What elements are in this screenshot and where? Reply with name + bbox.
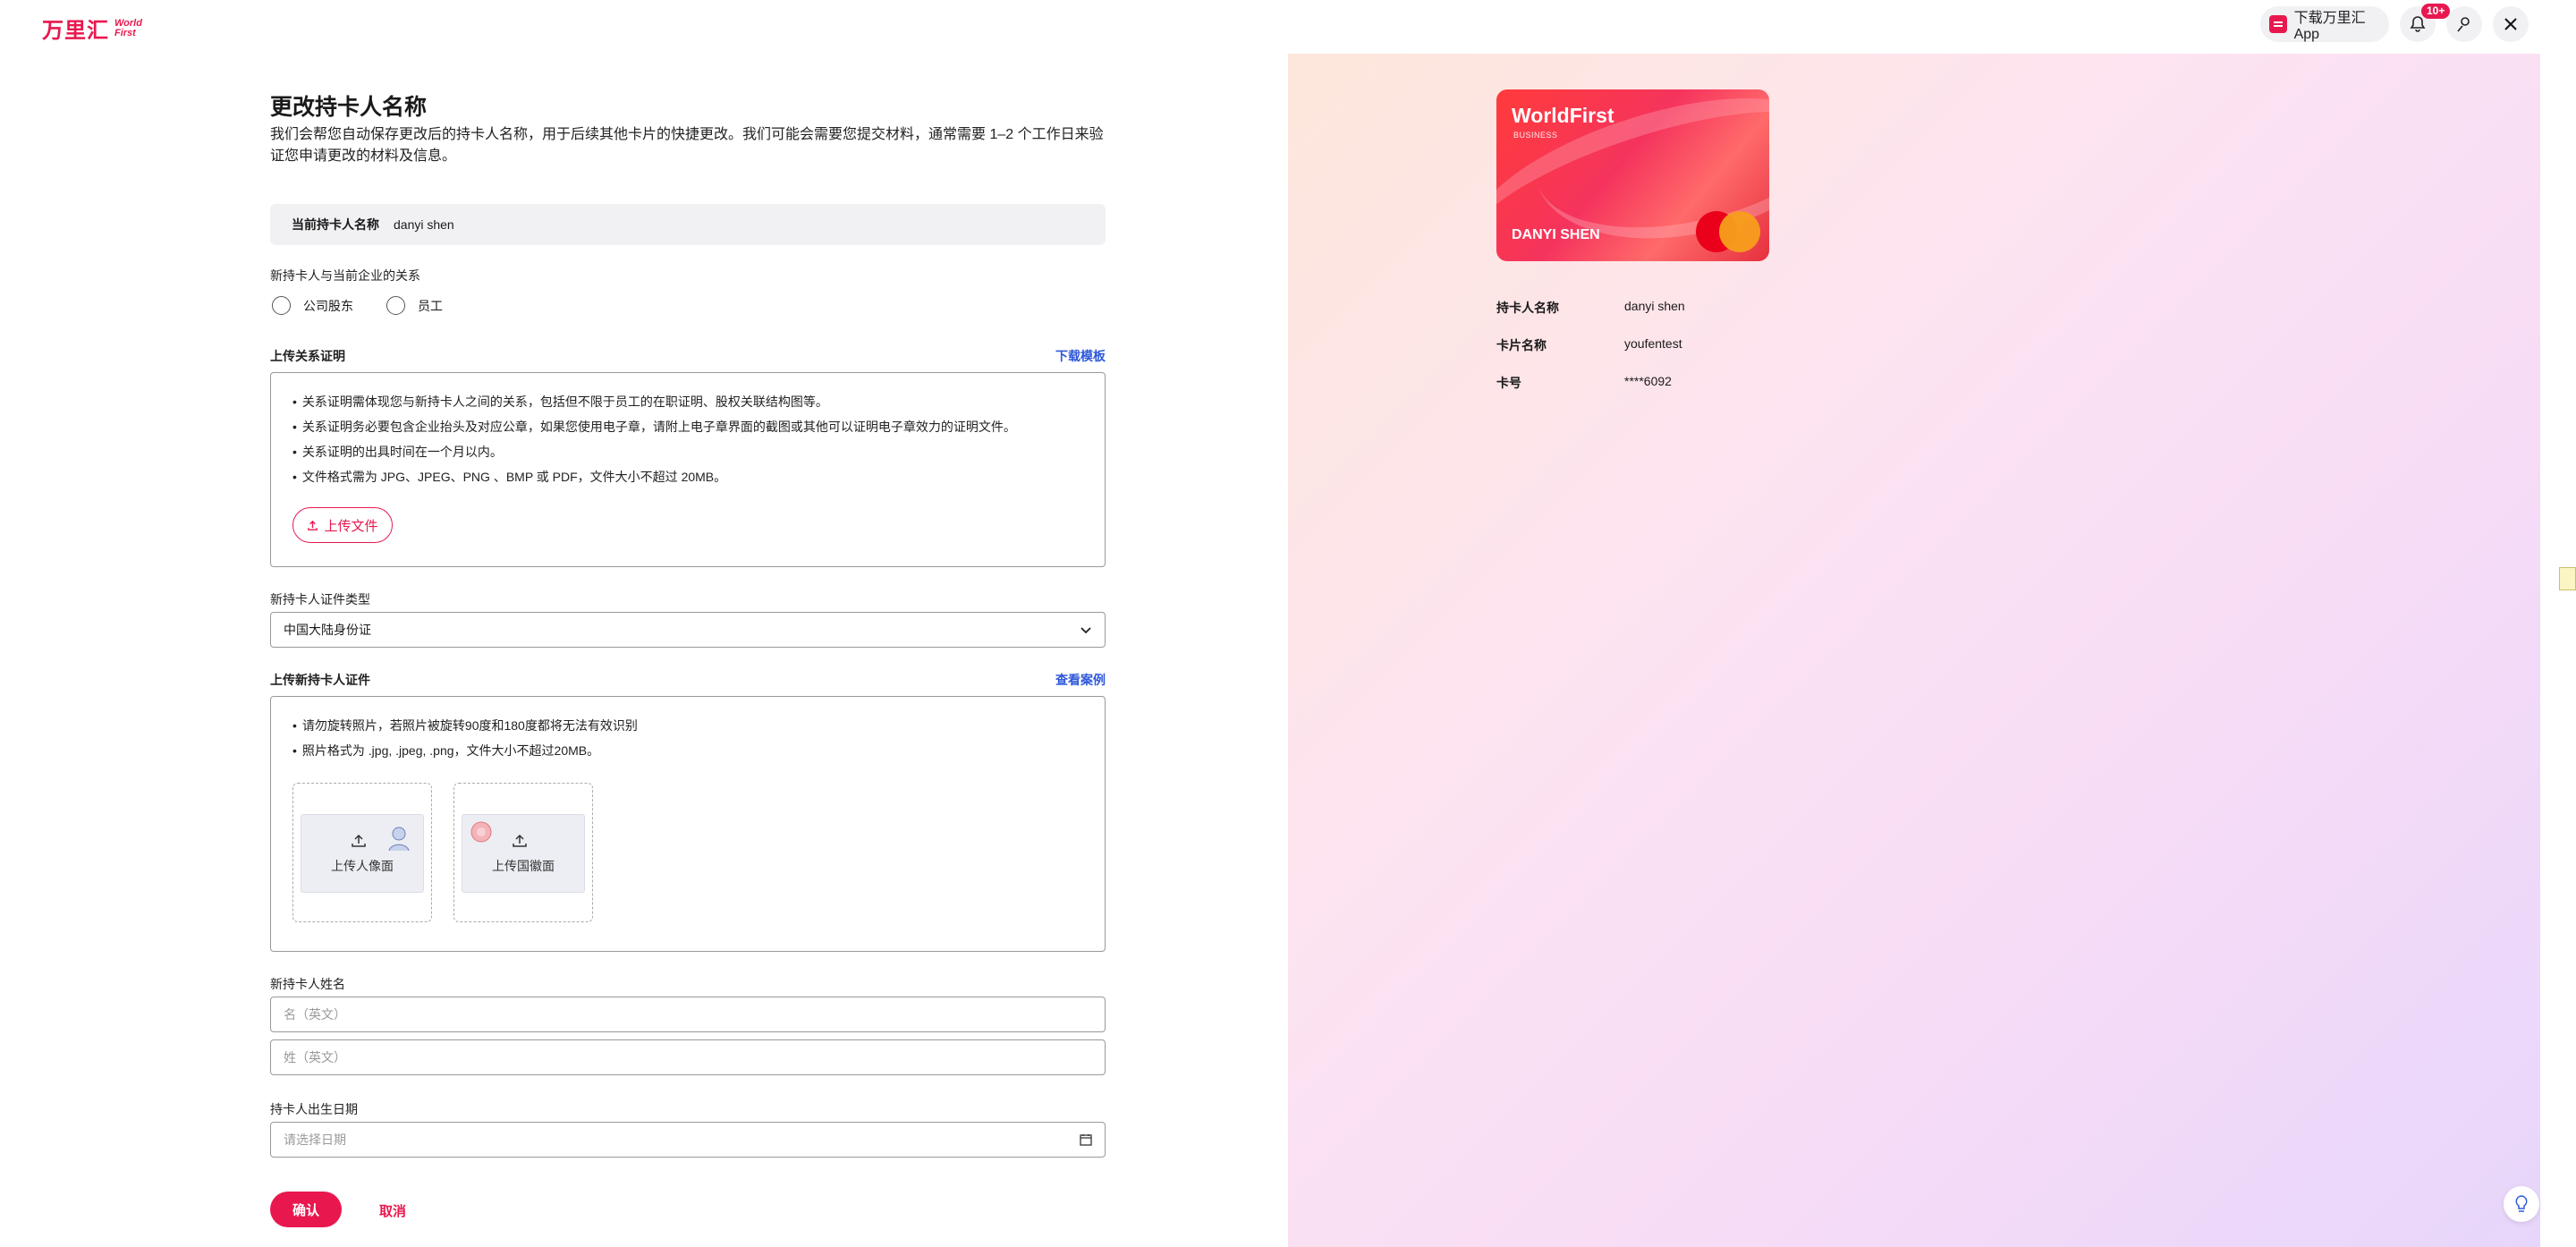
proof-note: 关系证明务必要包含企业抬头及对应公章，如果您使用电子章，请附上电子章界面的截图或… — [292, 418, 1016, 436]
upload-file-button[interactable]: 上传文件 — [292, 507, 393, 543]
cancel-button[interactable]: 取消 — [379, 1201, 406, 1220]
id-upload-box: 请勿旋转照片，若照片被旋转90度和180度都将无法有效识别 照片格式为 .jpg… — [270, 696, 1106, 952]
portrait-illustration-icon — [388, 827, 410, 851]
upload-id-back[interactable]: 上传国徽面 — [453, 783, 593, 922]
download-template-link[interactable]: 下载模板 — [1055, 347, 1106, 365]
close-button[interactable] — [2493, 6, 2529, 42]
id-note: 请勿旋转照片，若照片被旋转90度和180度都将无法有效识别 — [292, 717, 638, 734]
help-button[interactable] — [2504, 1186, 2539, 1222]
upload-icon — [352, 834, 366, 847]
view-example-link[interactable]: 查看案例 — [1055, 671, 1106, 689]
upload-id-front[interactable]: 上传人像面 — [292, 783, 432, 922]
calendar-icon — [1080, 1134, 1092, 1146]
proof-note: 文件格式需为 JPG、JPEG、PNG 、BMP 或 PDF，文件大小不超过 2… — [292, 468, 726, 486]
card-holder-name: DANYI SHEN — [1512, 227, 1600, 242]
id-note: 照片格式为 .jpg, .jpeg, .png，文件大小不超过20MB。 — [292, 742, 599, 759]
bell-icon — [2410, 16, 2426, 32]
worldfirst-logo[interactable]: 万里汇 World First — [42, 13, 142, 44]
last-name-input[interactable]: 姓（英文） — [270, 1039, 1106, 1075]
user-icon — [2457, 17, 2470, 32]
mastercard-logo-icon — [1696, 211, 1760, 252]
page-title: 更改持卡人名称 — [270, 95, 428, 120]
confirm-button[interactable]: 确认 — [270, 1192, 342, 1227]
proof-note: 关系证明的出具时间在一个月以内。 — [292, 443, 503, 461]
proof-upload-box: 关系证明需体现您与新持卡人之间的关系，包括但不限于员工的在职证明、股权关联结构图… — [270, 372, 1106, 567]
account-button[interactable] — [2446, 6, 2482, 42]
first-name-input[interactable]: 名（英文） — [270, 997, 1106, 1032]
dob-input[interactable]: 请选择日期 — [270, 1122, 1106, 1158]
proof-note: 关系证明需体现您与新持卡人之间的关系，包括但不限于员工的在职证明、股权关联结构图… — [292, 393, 828, 411]
app-icon — [2269, 15, 2287, 33]
upload-icon — [513, 834, 527, 847]
relation-label: 新持卡人与当前企业的关系 — [270, 268, 420, 283]
card-tier: BUSINESS — [1513, 131, 1558, 140]
chevron-down-icon — [1080, 627, 1091, 634]
dob-label: 持卡人出生日期 — [270, 1102, 358, 1116]
floating-note-tab[interactable] — [2559, 567, 2576, 590]
close-icon — [2504, 18, 2517, 30]
name-label: 新持卡人姓名 — [270, 977, 345, 991]
card-preview-panel: WorldFirst BUSINESS DANYI SHEN 持卡人名称 dan… — [1288, 54, 2540, 1247]
radio-shareholder[interactable]: 公司股东 — [272, 296, 353, 315]
id-type-label: 新持卡人证件类型 — [270, 592, 370, 607]
emblem-illustration-icon — [470, 821, 492, 843]
lightbulb-icon — [2515, 1195, 2528, 1212]
card-image: WorldFirst BUSINESS DANYI SHEN — [1496, 89, 1769, 261]
download-app-button[interactable]: 下载万里汇App — [2260, 6, 2389, 42]
upload-icon — [308, 520, 318, 530]
notification-badge: 10+ — [2421, 4, 2451, 19]
proof-label: 上传关系证明 — [270, 349, 345, 363]
page-description: 我们会帮您自动保存更改后的持卡人名称，用于后续其他卡片的快捷更改。我们可能会需要… — [270, 127, 1104, 164]
card-brand: WorldFirst — [1512, 104, 1614, 127]
id-upload-label: 上传新持卡人证件 — [270, 673, 370, 687]
current-cardholder: 当前持卡人名称 danyi shen — [270, 204, 1106, 245]
radio-employee[interactable]: 员工 — [386, 296, 443, 315]
id-type-select[interactable]: 中国大陆身份证 — [270, 612, 1106, 648]
